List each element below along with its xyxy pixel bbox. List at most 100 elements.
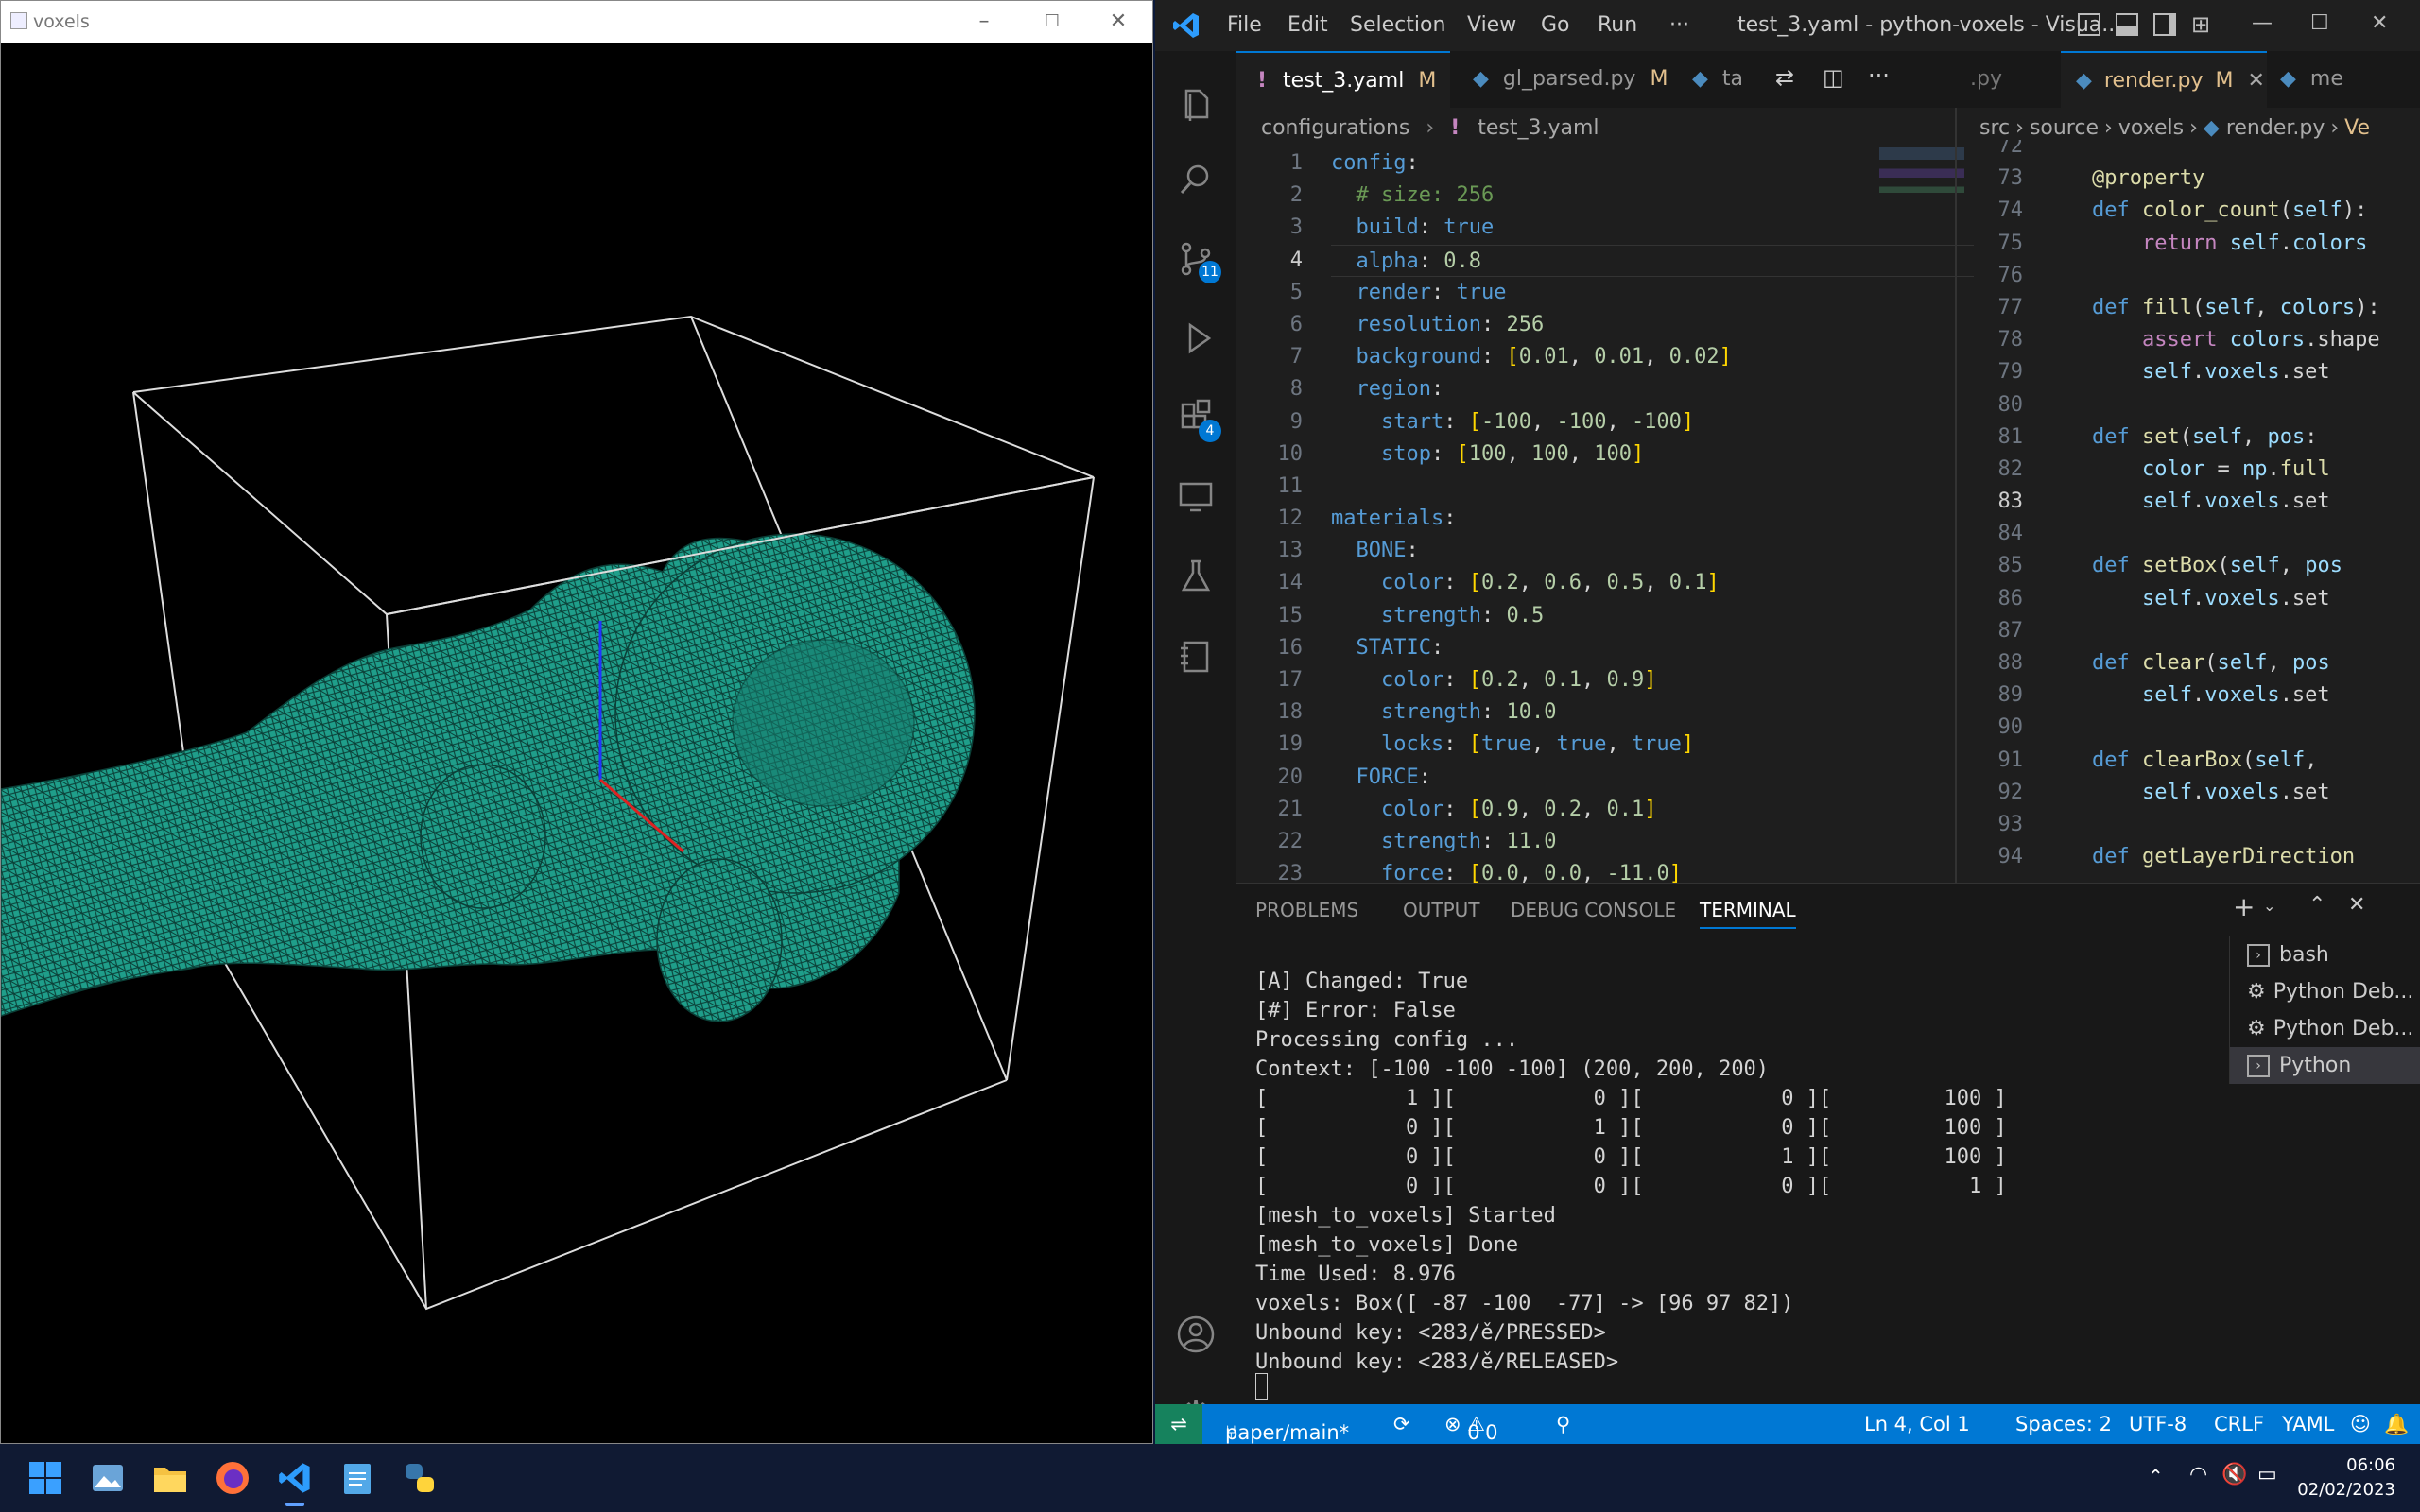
- line-number: 21: [1277, 797, 1304, 821]
- line-number: 94: [1997, 845, 2024, 869]
- line-number: 14: [1277, 571, 1304, 595]
- battery-icon[interactable]: ▭: [2257, 1463, 2277, 1486]
- line-number: 84: [1997, 522, 2024, 546]
- menu-run[interactable]: Run: [1598, 13, 1637, 37]
- tab-ta[interactable]: ◆ ta: [1669, 51, 1764, 108]
- left-breadcrumb: configurations › ! test_3.yaml: [1261, 116, 1599, 140]
- notebook-icon[interactable]: [1155, 618, 1236, 694]
- search-icon[interactable]: [1155, 142, 1236, 217]
- split-editor-icon[interactable]: ◫: [1823, 64, 1844, 91]
- cursor-position[interactable]: Ln 4, Col 1: [1864, 1413, 1970, 1435]
- voxels-titlebar[interactable]: voxels – ☐ ✕: [1, 1, 1152, 43]
- line-number: 2: [1289, 183, 1303, 208]
- tab-gl-parsed[interactable]: ◆ gl_parsed.py M: [1450, 51, 1669, 108]
- menu-more[interactable]: ···: [1669, 13, 1689, 37]
- line-ending[interactable]: CRLF: [2214, 1413, 2264, 1435]
- extensions-icon[interactable]: 4: [1155, 380, 1236, 455]
- tab-close-icon[interactable]: ✕: [2247, 69, 2264, 93]
- breadcrumb-item[interactable]: configurations: [1261, 116, 1409, 140]
- right-gutter: 72 73 74 75 76 77 78 79 80 81 82 83 84 85 86 87 88 89 90 91…: [1957, 140, 2024, 873]
- tab-test3-yaml[interactable]: ! test_3.yaml M ✕: [1236, 51, 1450, 108]
- scm-badge: 11: [1199, 261, 1221, 284]
- explorer-icon[interactable]: [1155, 66, 1236, 142]
- tray-chevron-up-icon[interactable]: ⌃: [2148, 1465, 2164, 1487]
- line-number: 13: [1277, 539, 1304, 563]
- menu-edit[interactable]: Edit: [1288, 13, 1328, 37]
- firefox-icon[interactable]: [210, 1455, 255, 1501]
- minimize-button[interactable]: –: [965, 7, 1003, 37]
- vscode-taskbar-icon[interactable]: [272, 1455, 318, 1506]
- tab-debug-console[interactable]: DEBUG CONSOLE: [1511, 899, 1676, 921]
- right-editor-tabs: .py ◆ render.py M ✕ ◆ me: [1955, 51, 2420, 108]
- vs-close-button[interactable]: ✕: [2371, 11, 2388, 35]
- remote-explorer-icon[interactable]: [1155, 459, 1236, 535]
- feedback-icon[interactable]: ☺: [2350, 1413, 2371, 1435]
- vs-maximize-button[interactable]: ☐: [2310, 11, 2329, 35]
- close-panel-icon[interactable]: ✕: [2348, 893, 2365, 917]
- photos-app-icon[interactable]: [85, 1455, 130, 1501]
- layout-customize-icon[interactable]: ⊞: [2191, 11, 2210, 38]
- tab-output[interactable]: OUTPUT: [1403, 899, 1480, 921]
- left-editor[interactable]: 1 2 3 4 5 6 7 8 9 10 11 12 13 14 15 16 17 18 19 20 21 22 23 co…: [1236, 147, 1974, 883]
- volume-muted-icon[interactable]: 🔇: [2221, 1463, 2247, 1486]
- maximize-button[interactable]: ☐: [1033, 7, 1071, 37]
- layout-aux-icon[interactable]: [2153, 13, 2176, 36]
- system-clock[interactable]: 06:06 02/02/2023: [2297, 1453, 2395, 1503]
- breadcrumb-item[interactable]: test_3.yaml: [1478, 116, 1599, 140]
- line-number: 86: [1997, 586, 2024, 610]
- file-explorer-icon[interactable]: [147, 1455, 193, 1501]
- menu-selection[interactable]: Selection: [1350, 13, 1445, 37]
- new-terminal-icon[interactable]: +: [2233, 891, 2255, 922]
- encoding[interactable]: UTF-8: [2129, 1413, 2187, 1435]
- problems-indicator[interactable]: ⊗ 0 ⚠ 0: [1444, 1413, 1497, 1444]
- close-button[interactable]: ✕: [1099, 7, 1137, 37]
- line-number: 75: [1997, 231, 2024, 255]
- source-control-icon[interactable]: 11: [1155, 221, 1236, 297]
- notepad-icon[interactable]: [335, 1455, 380, 1501]
- menu-go[interactable]: Go: [1541, 13, 1570, 37]
- maximize-panel-icon[interactable]: ⌃: [2308, 893, 2325, 917]
- notifications-bell-icon[interactable]: 🔔: [2384, 1413, 2409, 1436]
- minimap[interactable]: [1879, 147, 1964, 299]
- chevron-down-icon[interactable]: ⌄: [2263, 897, 2275, 915]
- left-gutter: 1 2 3 4 5 6 7 8 9 10 11 12 13 14 15 16 17 18 19 20 21 22 23: [1236, 147, 1304, 883]
- accounts-icon[interactable]: [1155, 1297, 1236, 1372]
- wifi-icon[interactable]: ◠: [2189, 1463, 2207, 1486]
- indentation[interactable]: Spaces: 2: [2015, 1413, 2112, 1435]
- tab-terminal[interactable]: TERMINAL: [1700, 899, 1796, 929]
- line-number: 87: [1997, 618, 2024, 643]
- menu-file[interactable]: File: [1227, 13, 1262, 37]
- language-mode[interactable]: YAML: [2282, 1413, 2334, 1435]
- tab-py-partial[interactable]: .py: [1955, 51, 2059, 108]
- tab-me-partial[interactable]: ◆ me: [2267, 51, 2420, 108]
- terminal-item-python-debug-1[interactable]: ⚙ Python Deb...: [2230, 973, 2420, 1010]
- sync-icon[interactable]: ⟳: [1393, 1413, 1410, 1435]
- layout-sidebar-icon[interactable]: [2078, 13, 2100, 36]
- tab-problems[interactable]: PROBLEMS: [1255, 899, 1358, 921]
- right-editor[interactable]: 72 73 74 75 76 77 78 79 80 81 82 83 84 85 86 87 88 89 90 91…: [1957, 140, 2420, 883]
- debug-status-icon[interactable]: ⚲: [1556, 1413, 1570, 1435]
- line-number: 12: [1277, 507, 1304, 531]
- terminal-item-bash[interactable]: › bash: [2230, 936, 2420, 973]
- tab-render-py[interactable]: ◆ render.py M ✕: [2061, 51, 2267, 108]
- more-actions-icon[interactable]: ···: [1868, 62, 1890, 89]
- vs-minimize-button[interactable]: —: [2252, 11, 2273, 35]
- terminal-item-python-debug-2[interactable]: ⚙ Python Deb...: [2230, 1010, 2420, 1047]
- line-number: 92: [1997, 780, 2024, 804]
- testing-icon[interactable]: [1155, 539, 1236, 614]
- 3d-viewport[interactable]: [1, 43, 1152, 1443]
- line-number: 81: [1997, 424, 2024, 449]
- line-number: 11: [1277, 473, 1304, 498]
- menu-view[interactable]: View: [1467, 13, 1516, 37]
- remote-icon[interactable]: ⇌: [1155, 1404, 1202, 1444]
- line-number: 82: [1997, 456, 2024, 481]
- terminal-item-python[interactable]: › Python: [2230, 1047, 2420, 1084]
- layout-panel-icon[interactable]: [2116, 13, 2138, 36]
- bottom-panel: PROBLEMS OUTPUT DEBUG CONSOLE TERMINAL +…: [1236, 883, 2420, 1404]
- terminal-output[interactable]: [A] Changed: True [#] Error: False Process…: [1255, 967, 2007, 1377]
- run-debug-icon[interactable]: [1155, 301, 1236, 376]
- terminal-line: Context: [-100 -100 -100] (200, 200, 200…: [1255, 1057, 1770, 1081]
- python-app-icon[interactable]: [397, 1455, 442, 1501]
- compare-changes-icon[interactable]: ⇄: [1775, 64, 1794, 91]
- start-button[interactable]: [23, 1455, 68, 1501]
